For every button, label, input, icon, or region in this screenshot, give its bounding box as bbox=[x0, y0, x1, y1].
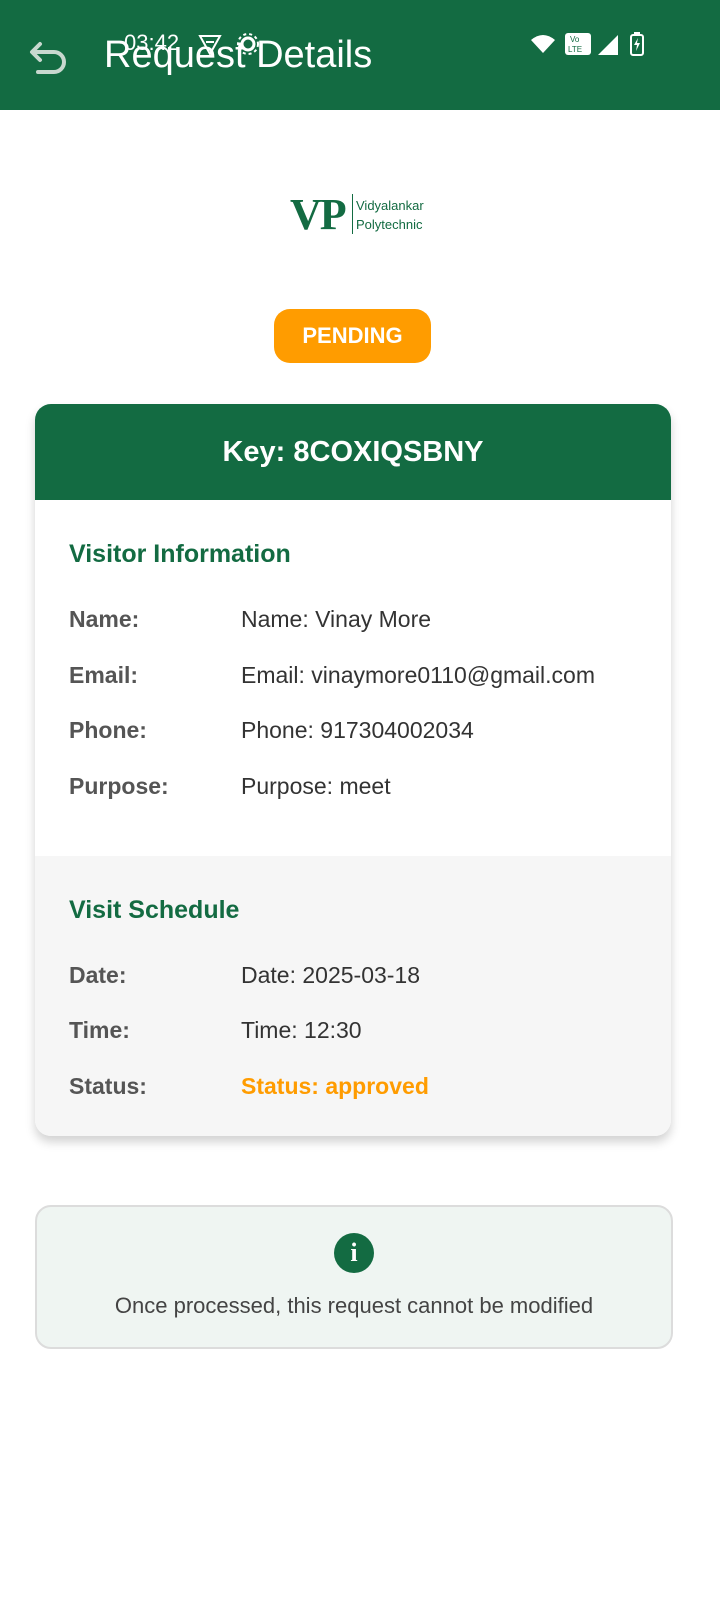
logo-line-1: Vidyalankar bbox=[356, 198, 424, 213]
date-label: Date: bbox=[69, 962, 127, 988]
email-label: Email: bbox=[69, 662, 139, 688]
status-badge: PENDING bbox=[274, 309, 431, 363]
volte-icon: Vo LTE bbox=[565, 33, 591, 55]
logo-name: Vidyalankar Polytechnic bbox=[356, 196, 424, 234]
time-label: Time: bbox=[69, 1017, 130, 1043]
status-value: Status: approved bbox=[241, 1073, 429, 1099]
notice-text: Once processed, this request cannot be m… bbox=[114, 1293, 594, 1318]
visitor-info-title: Visitor Information bbox=[69, 540, 291, 568]
logo-line-2: Polytechnic bbox=[356, 217, 423, 232]
logo-mark: VP bbox=[290, 190, 347, 239]
wifi-icon bbox=[531, 35, 555, 53]
name-value: Name: Vinay More bbox=[241, 606, 432, 632]
status-label: Status: bbox=[69, 1073, 147, 1099]
date-value: Date: 2025-03-18 bbox=[241, 962, 421, 988]
name-label: Name: bbox=[69, 606, 140, 632]
status-time: 03:42 bbox=[124, 30, 180, 55]
logo-divider bbox=[352, 194, 353, 234]
phone-label: Phone: bbox=[69, 717, 147, 743]
email-value: Email: vinaymore0110@gmail.com bbox=[241, 662, 595, 688]
visit-schedule-section: Visit Schedule Date: Date: 2025-03-18 Ti… bbox=[35, 856, 671, 1136]
request-key: Key: 8COXIQSBNY bbox=[35, 404, 671, 500]
svg-text:Vo: Vo bbox=[570, 35, 580, 44]
svg-text:LTE: LTE bbox=[568, 45, 582, 54]
request-details-card: Key: 8COXIQSBNY Visitor Information Name… bbox=[35, 404, 671, 1136]
battery-icon bbox=[630, 32, 644, 56]
app-bar: Request Details 03:42 Vo LTE bbox=[0, 0, 720, 110]
visit-schedule-title: Visit Schedule bbox=[69, 896, 240, 924]
back-button[interactable] bbox=[26, 34, 72, 80]
phone-value: Phone: 917304002034 bbox=[241, 717, 474, 743]
purpose-label: Purpose: bbox=[69, 773, 169, 799]
time-value: Time: 12:30 bbox=[241, 1017, 362, 1043]
info-notice: i Once processed, this request cannot be… bbox=[35, 1205, 673, 1349]
cell-signal-icon bbox=[598, 35, 618, 55]
info-icon: i bbox=[334, 1233, 374, 1273]
back-arrow-icon bbox=[30, 42, 66, 74]
signal-status-icon bbox=[198, 35, 222, 56]
settings-icon bbox=[237, 33, 259, 55]
purpose-value: Purpose: meet bbox=[241, 773, 391, 799]
institute-logo: VP Vidyalankar Polytechnic bbox=[290, 190, 450, 240]
